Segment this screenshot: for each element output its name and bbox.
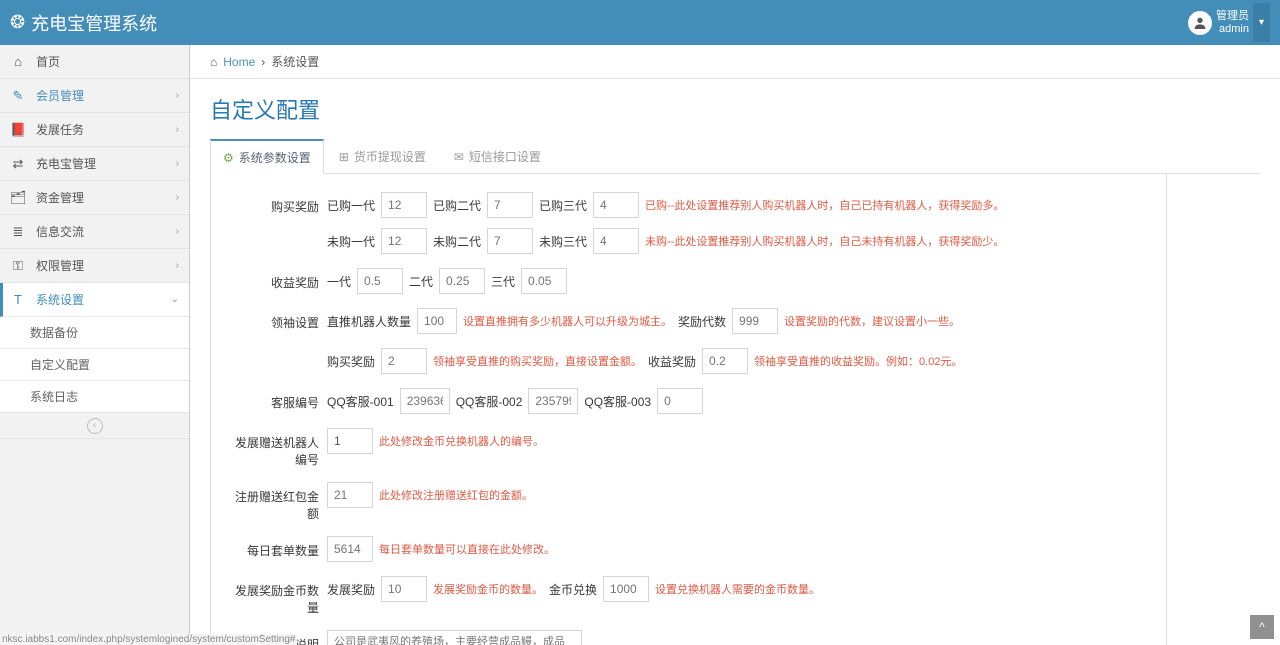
inp-daily-orders[interactable] bbox=[327, 536, 373, 562]
tab-content: 购买奖励 已购一代 已购二代 已购三代 已购--此处设置推荐别人购买机器人时，自… bbox=[210, 174, 1167, 645]
status-bar-url: nksc.iabbs1.com/index.php/systemlogined/… bbox=[0, 634, 297, 645]
sidebar-item-6[interactable]: ⚿权限管理› bbox=[0, 249, 189, 283]
sidebar-item-5[interactable]: ≣信息交流› bbox=[0, 215, 189, 249]
sidebar-subitem-0[interactable]: 数据备份 bbox=[0, 317, 189, 349]
chevron-right-icon: › bbox=[176, 192, 179, 203]
user-menu[interactable]: 管理员 admin ▾ bbox=[1188, 3, 1270, 42]
sidebar-item-3[interactable]: ⇄充电宝管理› bbox=[0, 147, 189, 181]
sidebar: ⌂首页✎会员管理›📕发展任务›⇄充电宝管理›🗂资金管理›≣信息交流›⚿权限管理›… bbox=[0, 45, 190, 645]
chevron-right-icon: › bbox=[176, 124, 179, 135]
tab-icon: ✉ bbox=[454, 150, 464, 164]
inp-wg3[interactable] bbox=[593, 228, 639, 254]
breadcrumb-home[interactable]: Home bbox=[223, 55, 255, 69]
inp-sy3[interactable] bbox=[521, 268, 567, 294]
avatar bbox=[1188, 11, 1212, 35]
inp-qq3[interactable] bbox=[657, 388, 703, 414]
chevron-right-icon: › bbox=[176, 158, 179, 169]
chevron-right-icon: › bbox=[176, 90, 179, 101]
home-icon: ⌂ bbox=[210, 55, 217, 69]
menu-icon: T bbox=[10, 292, 26, 307]
inp-qq2[interactable] bbox=[528, 388, 578, 414]
sidebar-subitem-1[interactable]: 自定义配置 bbox=[0, 349, 189, 381]
inp-wg2[interactable] bbox=[487, 228, 533, 254]
menu-icon: ⌂ bbox=[10, 54, 26, 69]
inp-sy2[interactable] bbox=[439, 268, 485, 294]
inp-leader-buy[interactable] bbox=[381, 348, 427, 374]
menu-icon: ⇄ bbox=[10, 156, 26, 172]
chevron-right-icon: › bbox=[176, 260, 179, 271]
inp-yg2[interactable] bbox=[487, 192, 533, 218]
chevron-right-icon: › bbox=[176, 226, 179, 237]
scroll-top-button[interactable]: ^ bbox=[1250, 615, 1274, 639]
sidebar-item-1[interactable]: ✎会员管理› bbox=[0, 79, 189, 113]
tab-2[interactable]: ✉短信接口设置 bbox=[441, 139, 554, 173]
leaf-icon: ❂ bbox=[10, 12, 25, 33]
inp-sy1[interactable] bbox=[357, 268, 403, 294]
chevron-down-icon[interactable]: ▾ bbox=[1253, 3, 1270, 42]
chevron-down-icon: ⌄ bbox=[171, 294, 179, 305]
inp-dev-robot[interactable] bbox=[327, 428, 373, 454]
menu-icon: ✎ bbox=[10, 88, 26, 104]
inp-yg1[interactable] bbox=[381, 192, 427, 218]
ta-daily-desc[interactable] bbox=[327, 630, 582, 645]
menu-icon: 🗂 bbox=[10, 190, 26, 206]
tab-0[interactable]: ⚙系统参数设置 bbox=[210, 139, 324, 174]
navbar: ❂ 充电宝管理系统 管理员 admin ▾ bbox=[0, 0, 1280, 45]
sidebar-item-7[interactable]: T系统设置⌄ bbox=[0, 283, 189, 317]
inp-coin-exchange[interactable] bbox=[603, 576, 649, 602]
sidebar-subitem-2[interactable]: 系统日志 bbox=[0, 381, 189, 413]
sidebar-item-2[interactable]: 📕发展任务› bbox=[0, 113, 189, 147]
brand: ❂ 充电宝管理系统 bbox=[10, 10, 157, 36]
sidebar-item-4[interactable]: 🗂资金管理› bbox=[0, 181, 189, 215]
inp-yg3[interactable] bbox=[593, 192, 639, 218]
menu-icon: 📕 bbox=[10, 122, 26, 138]
sidebar-item-0[interactable]: ⌂首页 bbox=[0, 45, 189, 79]
breadcrumb-current: 系统设置 bbox=[271, 53, 319, 70]
inp-leader-gen[interactable] bbox=[732, 308, 778, 334]
tab-1[interactable]: ⊞货币提现设置 bbox=[326, 139, 439, 173]
page-title: 自定义配置 bbox=[210, 93, 1260, 125]
sidebar-collapse[interactable]: ‹ bbox=[0, 413, 189, 439]
inp-reg-bonus[interactable] bbox=[327, 482, 373, 508]
inp-qq1[interactable] bbox=[400, 388, 450, 414]
tabs: ⚙系统参数设置⊞货币提现设置✉短信接口设置 bbox=[210, 139, 1260, 174]
breadcrumb: ⌂ Home › 系统设置 bbox=[190, 45, 1280, 79]
tab-icon: ⊞ bbox=[339, 150, 349, 164]
inp-leader-cnt[interactable] bbox=[417, 308, 457, 334]
inp-wg1[interactable] bbox=[381, 228, 427, 254]
menu-icon: ⚿ bbox=[10, 258, 26, 274]
inp-leader-profit[interactable] bbox=[702, 348, 748, 374]
tab-icon: ⚙ bbox=[223, 151, 234, 165]
menu-icon: ≣ bbox=[10, 224, 26, 240]
label-purchase-reward: 购买奖励 bbox=[227, 192, 327, 215]
inp-dev-coin[interactable] bbox=[381, 576, 427, 602]
